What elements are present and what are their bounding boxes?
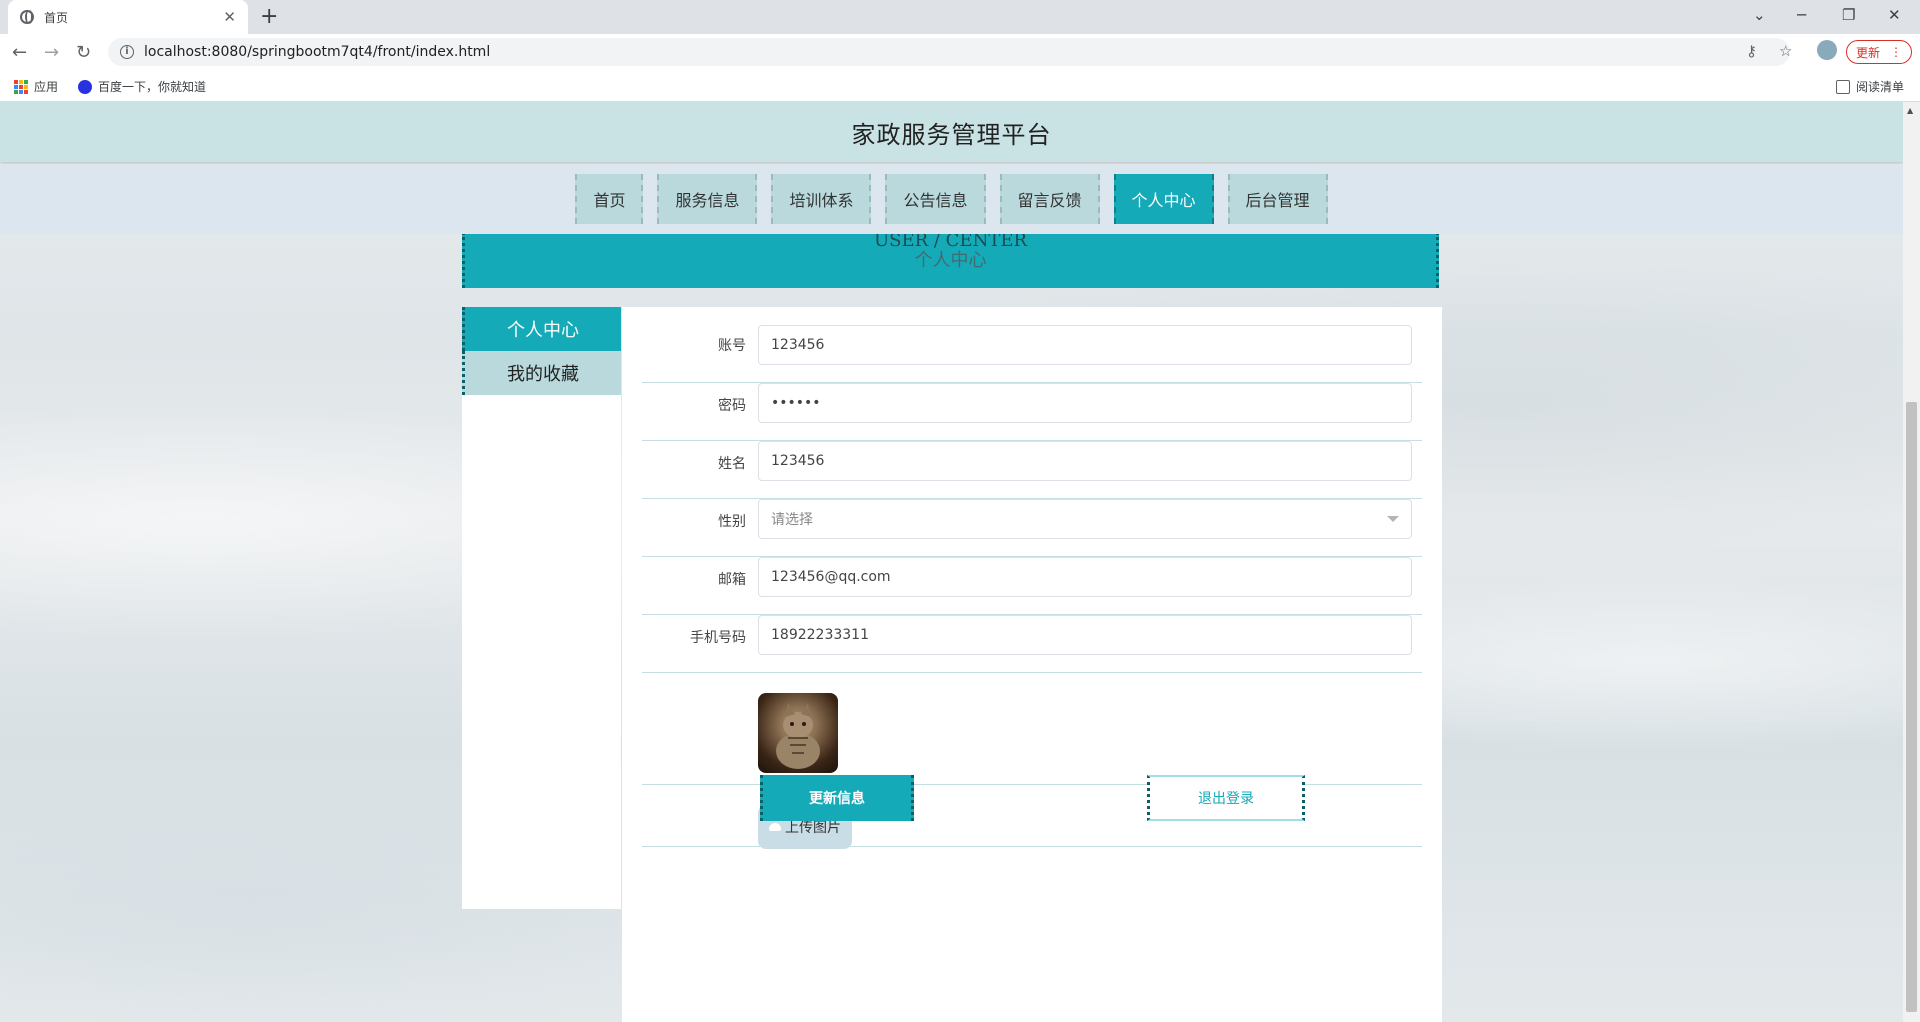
cat-photo-icon — [776, 703, 820, 769]
name-input[interactable]: 123456 — [758, 441, 1412, 481]
avatar-preview — [758, 693, 838, 773]
reading-list-icon — [1836, 79, 1850, 94]
phone-input[interactable]: 18922233311 — [758, 615, 1412, 655]
nav-item-admin[interactable]: 后台管理 — [1227, 174, 1328, 224]
tab-search-icon[interactable]: ⌄ — [1753, 6, 1766, 24]
bookmark-star-icon[interactable]: ☆ — [1779, 42, 1792, 60]
forward-button[interactable]: → — [44, 42, 59, 63]
password-key-icon[interactable]: ⚷ — [1746, 42, 1757, 60]
baidu-paw-icon — [78, 79, 92, 94]
side-menu-user-center[interactable]: 个人中心 — [462, 307, 621, 351]
browser-toolbar: ← → ↻ i localhost:8080/springbootm7qt4/f… — [0, 34, 1920, 70]
page-viewport: 家政服务管理平台 首页 服务信息 培训体系 公告信息 留言反馈 个人中心 后台管… — [0, 102, 1903, 1022]
section-banner: USER / CENTER 个人中心 — [462, 232, 1439, 288]
site-info-icon[interactable]: i — [120, 45, 134, 59]
bookmark-apps[interactable]: 应用 — [14, 78, 58, 95]
gender-select[interactable]: 请选择 — [758, 499, 1412, 539]
bookmarks-bar: 应用 百度一下，你就知道 阅读清单 — [0, 70, 1920, 102]
form-row-phone: 手机号码 18922233311 — [642, 615, 1422, 673]
update-info-button[interactable]: 更新信息 — [760, 775, 914, 821]
bookmark-label: 百度一下，你就知道 — [98, 80, 207, 94]
globe-icon — [20, 10, 34, 24]
logout-button[interactable]: 退出登录 — [1147, 775, 1305, 821]
scroll-thumb[interactable] — [1906, 402, 1917, 1012]
password-label: 密码 — [718, 398, 746, 414]
tab-title: 首页 — [44, 10, 69, 25]
browser-tab[interactable]: 首页 ✕ — [8, 0, 248, 34]
side-menu: 个人中心 我的收藏 — [462, 307, 621, 909]
chevron-down-icon — [1387, 516, 1399, 522]
password-input[interactable]: •••••• — [758, 383, 1412, 423]
page-scrollbar[interactable]: ▲ — [1903, 102, 1920, 1022]
cloud-upload-icon — [769, 823, 781, 831]
form-row-password: 密码 •••••• — [642, 383, 1422, 441]
name-label: 姓名 — [718, 456, 746, 472]
form-row-account: 账号 123456 — [642, 307, 1422, 383]
email-label: 邮箱 — [718, 572, 746, 588]
site-title: 家政服务管理平台 — [851, 120, 1052, 149]
banner-chinese-title: 个人中心 — [914, 250, 987, 271]
nav-item-service-info[interactable]: 服务信息 — [657, 174, 758, 224]
email-input[interactable]: 123456@qq.com — [758, 557, 1412, 597]
new-tab-button[interactable]: + — [260, 4, 278, 29]
gender-label: 性别 — [718, 514, 746, 530]
nav-item-user-center[interactable]: 个人中心 — [1113, 174, 1214, 224]
restore-button[interactable]: ❐ — [1842, 6, 1855, 24]
update-label: 更新 — [1855, 45, 1880, 60]
profile-form: 账号 123456 密码 •••••• 姓名 123456 性别 请选择 邮箱 … — [622, 307, 1442, 1022]
account-input[interactable]: 123456 — [758, 325, 1412, 365]
scroll-up-icon[interactable]: ▲ — [1907, 106, 1913, 115]
site-nav: 首页 服务信息 培训体系 公告信息 留言反馈 个人中心 后台管理 — [0, 164, 1903, 234]
bookmark-baidu[interactable]: 百度一下，你就知道 — [78, 78, 206, 95]
form-row-email: 邮箱 123456@qq.com — [642, 557, 1422, 615]
reading-list-button[interactable]: 阅读清单 — [1836, 78, 1904, 95]
gender-select-value: 请选择 — [771, 512, 813, 528]
form-row-gender: 性别 请选择 — [642, 499, 1422, 557]
account-label: 账号 — [718, 338, 746, 354]
form-row-name: 姓名 123456 — [642, 441, 1422, 499]
address-bar[interactable]: i localhost:8080/springbootm7qt4/front/i… — [108, 38, 1790, 66]
form-row-avatar — [642, 673, 1422, 785]
site-header: 家政服务管理平台 — [0, 102, 1903, 162]
reload-button[interactable]: ↻ — [76, 42, 91, 63]
phone-label: 手机号码 — [690, 630, 746, 646]
back-button[interactable]: ← — [12, 42, 27, 63]
browser-update-button[interactable]: 更新 ⋮ — [1846, 40, 1912, 64]
nav-item-feedback[interactable]: 留言反馈 — [999, 174, 1100, 224]
banner-english-title: USER / CENTER — [873, 232, 1028, 251]
url-text: localhost:8080/springbootm7qt4/front/ind… — [144, 44, 491, 60]
bookmark-label: 应用 — [34, 80, 59, 94]
nav-item-training[interactable]: 培训体系 — [771, 174, 872, 224]
minimize-button[interactable]: ─ — [1797, 6, 1806, 24]
profile-avatar[interactable] — [1817, 40, 1837, 60]
apps-grid-icon — [14, 79, 28, 94]
nav-item-announcements[interactable]: 公告信息 — [885, 174, 986, 224]
reading-list-label: 阅读清单 — [1856, 80, 1905, 94]
nav-item-home[interactable]: 首页 — [575, 174, 644, 224]
close-tab-icon[interactable]: ✕ — [223, 8, 236, 26]
menu-dots-icon: ⋮ — [1890, 45, 1902, 59]
form-row-upload: 上传图片 — [642, 785, 1422, 849]
side-menu-favorites[interactable]: 我的收藏 — [462, 351, 621, 395]
window-close-button[interactable]: ✕ — [1888, 6, 1901, 24]
browser-tabstrip: 首页 ✕ + ⌄ ─ ❐ ✕ — [0, 0, 1920, 34]
